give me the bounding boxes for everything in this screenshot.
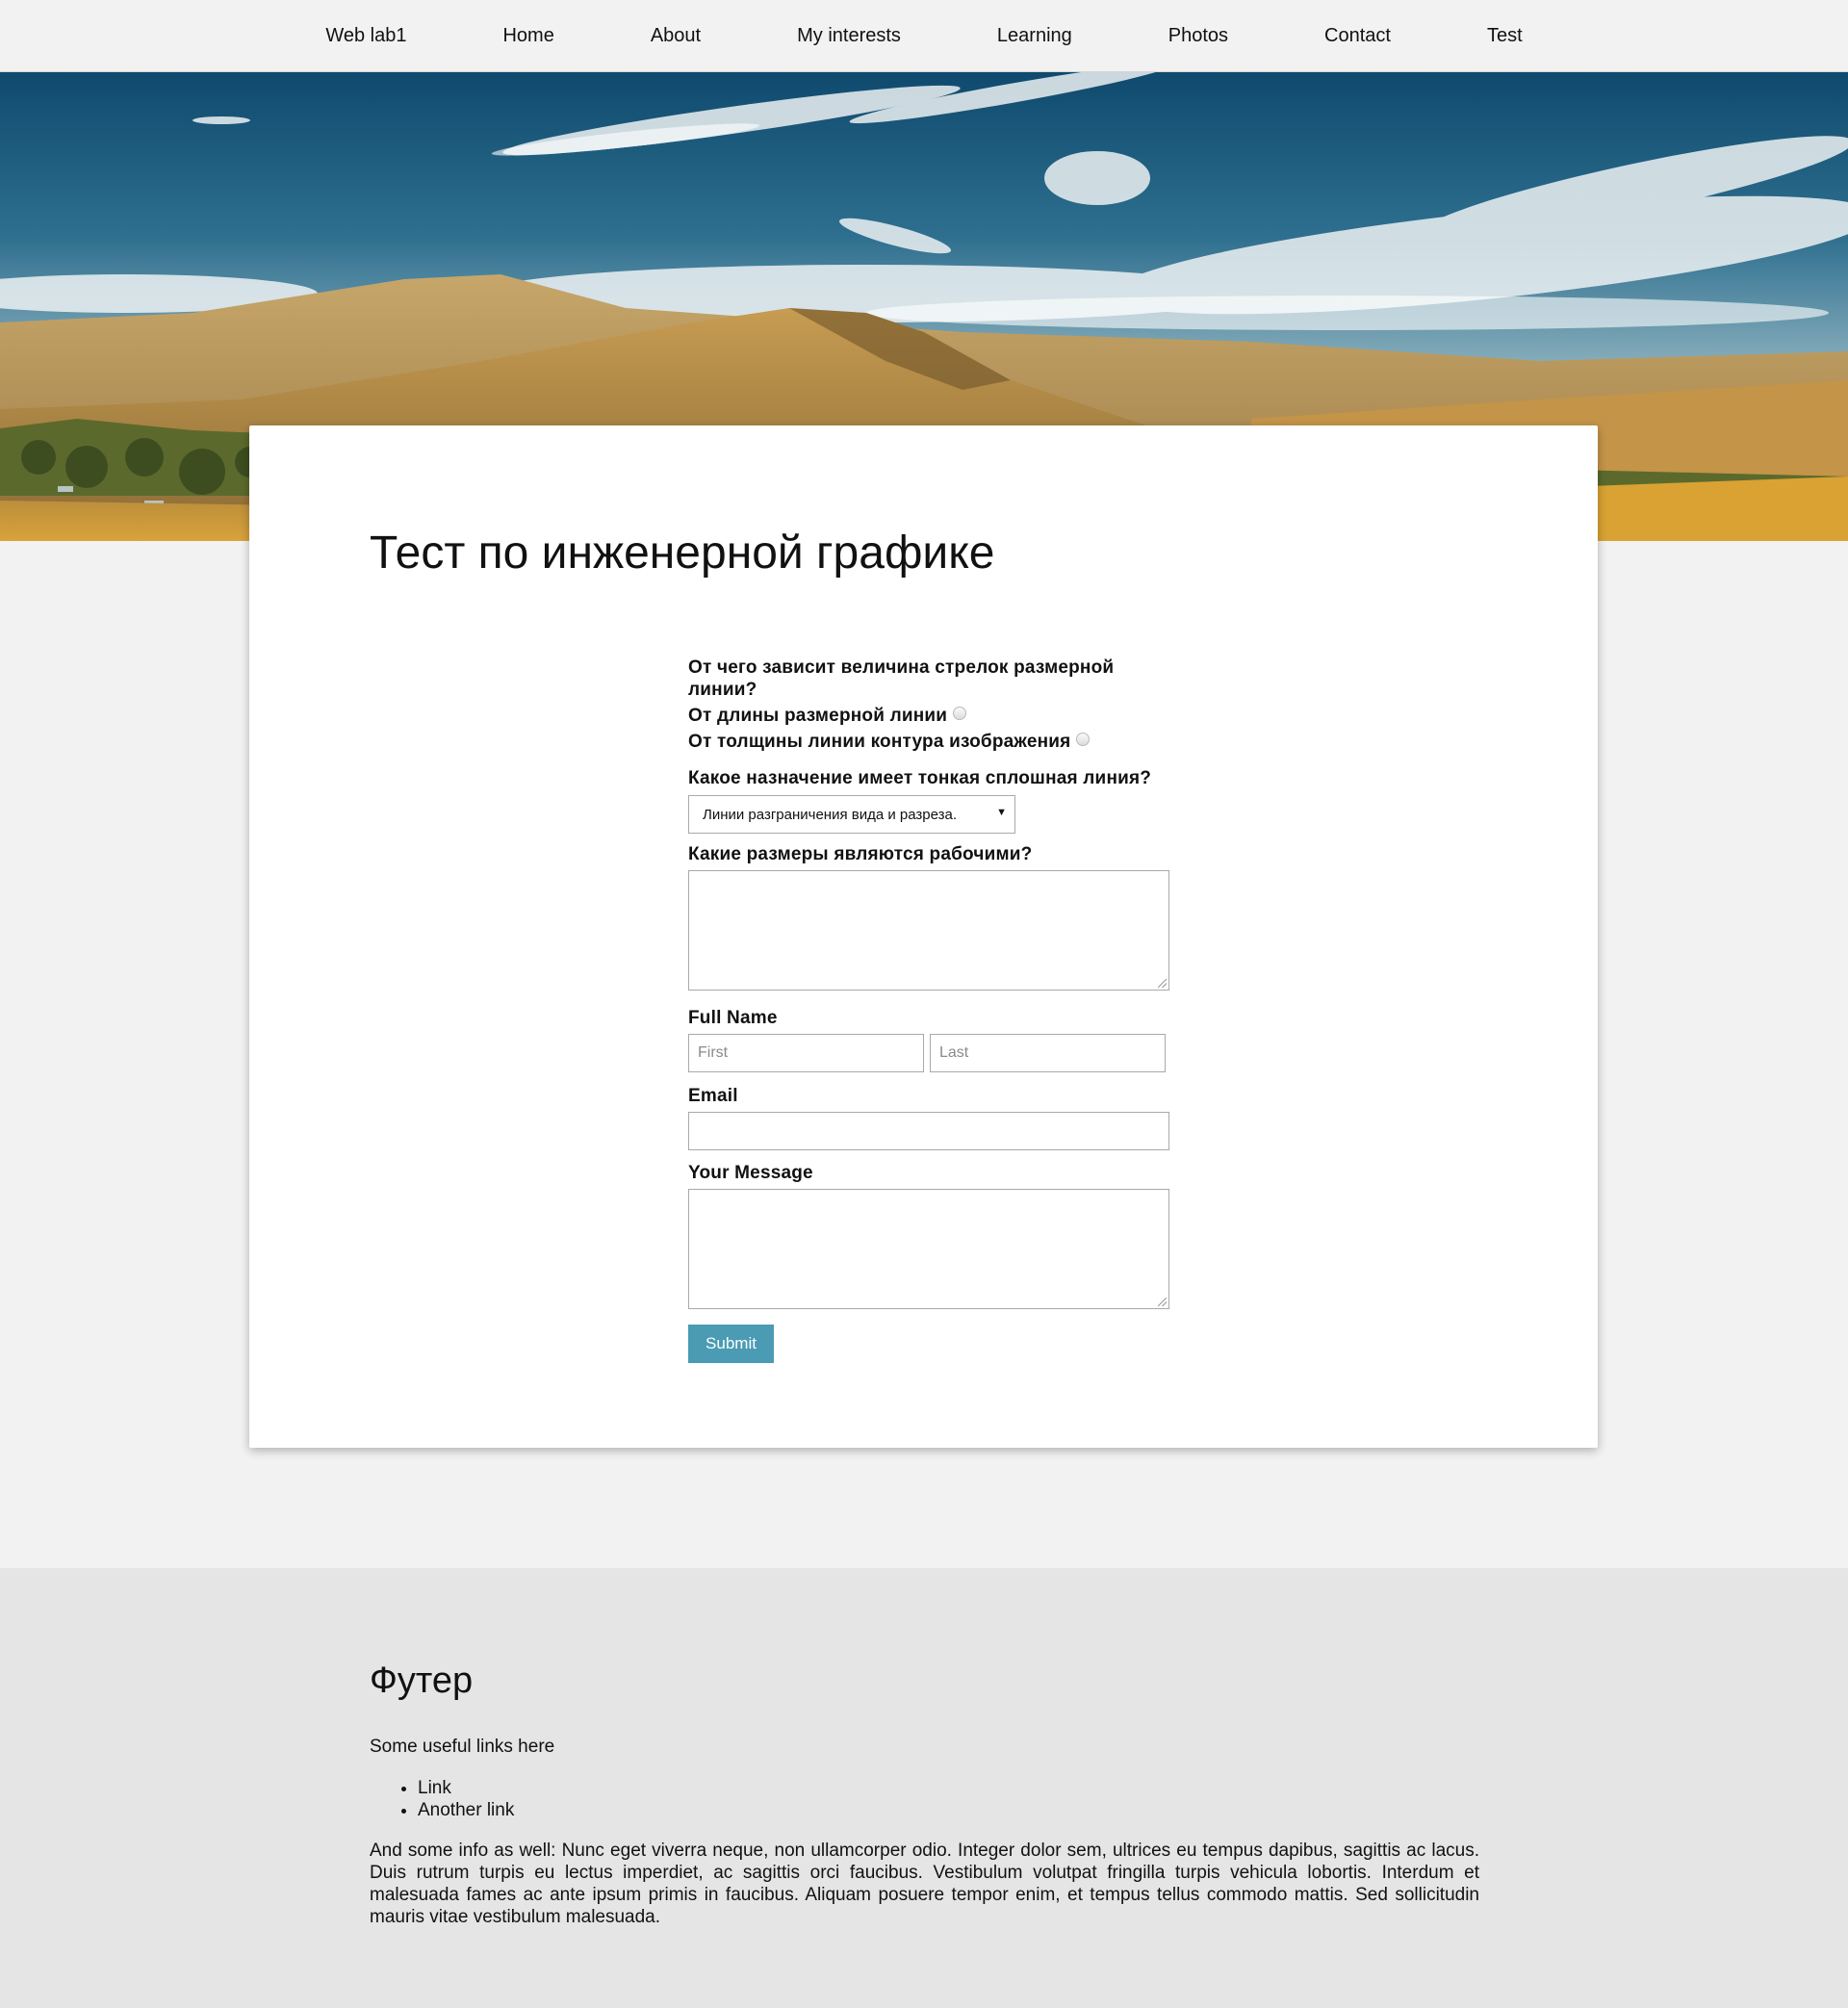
nav-item-my-interests[interactable]: My interests	[749, 0, 949, 71]
question-1-option-1: От длины размерной линии	[688, 705, 1169, 727]
footer-intro: Some useful links here	[370, 1737, 555, 1757]
top-nav: Web lab1 Home About My interests Learnin…	[0, 0, 1848, 72]
full-name-label: Full Name	[688, 1008, 778, 1028]
main-card: Тест по инженерной графике От чего завис…	[249, 425, 1598, 1448]
question-2-select[interactable]: Линии разграничения вида и разреза. ▼	[688, 795, 1015, 834]
submit-button[interactable]: Submit	[688, 1325, 774, 1363]
nav-item-home[interactable]: Home	[454, 0, 602, 71]
last-name-field[interactable]: Last	[930, 1034, 1166, 1072]
footer-links: Link Another link	[370, 1777, 514, 1821]
option-label: От толщины линии контура изображения	[688, 732, 1071, 752]
question-3-textarea[interactable]	[688, 870, 1169, 991]
email-label: Email	[688, 1086, 738, 1106]
nav-item-photos[interactable]: Photos	[1120, 0, 1276, 71]
option-label: От длины размерной линии	[688, 706, 948, 726]
radio-option-2[interactable]	[1076, 732, 1091, 746]
message-textarea[interactable]	[688, 1189, 1169, 1309]
page-title: Тест по инженерной графике	[370, 528, 995, 579]
footer-title: Футер	[370, 1660, 474, 1701]
question-2-label: Какое назначение имеет тонкая сплошная л…	[688, 768, 1152, 788]
resize-handle-icon[interactable]	[1158, 1298, 1167, 1306]
first-name-field[interactable]: First	[688, 1034, 924, 1072]
footer: Футер Some useful links here Link Anothe…	[0, 1568, 1848, 2008]
question-1-label: От чего зависит величина стрелок размерн…	[688, 657, 1115, 700]
nav-item-about[interactable]: About	[603, 0, 749, 71]
nav-item-contact[interactable]: Contact	[1276, 0, 1439, 71]
select-value: Линии разграничения вида и разреза.	[703, 806, 958, 823]
radio-option-1[interactable]	[953, 706, 967, 720]
question-3-label: Какие размеры являются рабочими?	[688, 844, 1033, 864]
footer-link-2[interactable]: Another link	[418, 1800, 514, 1820]
dropdown-arrow-icon: ▼	[996, 807, 1007, 818]
footer-info-text: And some info as well: Nunc eget viverra…	[370, 1841, 1479, 1927]
email-field[interactable]	[688, 1112, 1169, 1150]
nav-item-learning[interactable]: Learning	[949, 0, 1120, 71]
list-item: Another link	[418, 1799, 514, 1821]
question-1-option-2: От толщины линии контура изображения	[688, 731, 1169, 753]
nav-item-web-lab1[interactable]: Web lab1	[277, 0, 454, 71]
full-name-row: First Last	[688, 1034, 1169, 1072]
list-item: Link	[418, 1777, 514, 1799]
nav-item-test[interactable]: Test	[1439, 0, 1571, 71]
footer-link-1[interactable]: Link	[418, 1778, 451, 1798]
message-label: Your Message	[688, 1163, 813, 1183]
test-form: От чего зависит величина стрелок размерн…	[688, 656, 1169, 1363]
resize-handle-icon[interactable]	[1158, 979, 1167, 988]
